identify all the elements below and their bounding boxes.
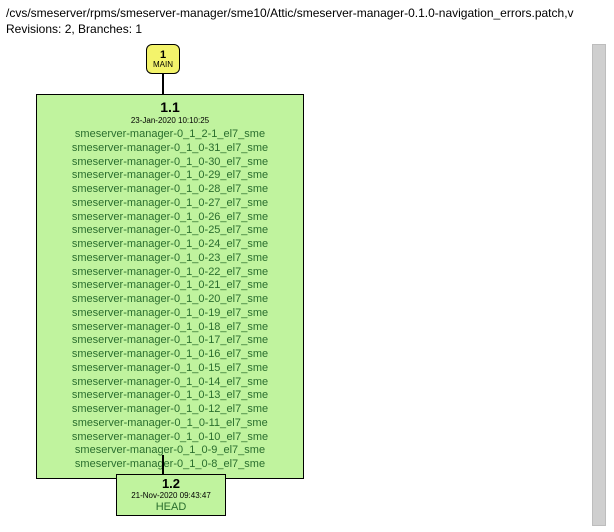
revision-tag: HEAD <box>117 501 225 514</box>
revision-tag: smeserver-manager-0_1_0-31_el7_sme <box>43 142 297 156</box>
revision-tag: smeserver-manager-0_1_0-10_el7_sme <box>43 431 297 445</box>
revision-tag: smeserver-manager-0_1_0-25_el7_sme <box>43 224 297 238</box>
revision-tag: smeserver-manager-0_1_0-8_el7_sme <box>43 458 297 472</box>
scrollbar-thumb[interactable] <box>593 45 605 525</box>
revision-tag: smeserver-manager-0_1_0-16_el7_sme <box>43 348 297 362</box>
revision-tag: smeserver-manager-0_1_0-24_el7_sme <box>43 238 297 252</box>
revision-tag: smeserver-manager-0_1_0-12_el7_sme <box>43 403 297 417</box>
revision-tag: smeserver-manager-0_1_2-1_el7_sme <box>43 128 297 142</box>
revision-version: 1.2 <box>117 476 225 492</box>
revision-node-1-1[interactable]: 1.1 23-Jan-2020 10:10:25 smeserver-manag… <box>36 94 304 479</box>
revision-tag: smeserver-manager-0_1_0-17_el7_sme <box>43 334 297 348</box>
revision-tag: smeserver-manager-0_1_0-26_el7_sme <box>43 211 297 225</box>
revision-tag: smeserver-manager-0_1_0-13_el7_sme <box>43 389 297 403</box>
revision-tag: smeserver-manager-0_1_0-11_el7_sme <box>43 417 297 431</box>
revision-tag: smeserver-manager-0_1_0-30_el7_sme <box>43 156 297 170</box>
graph-edge <box>162 455 164 474</box>
branch-node-main[interactable]: 1 MAIN <box>146 44 180 74</box>
revision-tag: smeserver-manager-0_1_0-22_el7_sme <box>43 266 297 280</box>
vertical-scrollbar[interactable] <box>592 44 606 526</box>
file-path: /cvs/smeserver/rpms/smeserver-manager/sm… <box>6 6 608 20</box>
revision-tag: smeserver-manager-0_1_0-15_el7_sme <box>43 362 297 376</box>
revision-tag: smeserver-manager-0_1_0-27_el7_sme <box>43 197 297 211</box>
revision-summary: Revisions: 2, Branches: 1 <box>6 22 608 36</box>
graph-edge <box>162 74 164 94</box>
revision-tag: smeserver-manager-0_1_0-21_el7_sme <box>43 279 297 293</box>
revision-tag: smeserver-manager-0_1_0-9_el7_sme <box>43 444 297 458</box>
revision-graph: 1 MAIN 1.1 23-Jan-2020 10:10:25 smeserve… <box>6 44 606 524</box>
revision-tag: smeserver-manager-0_1_0-28_el7_sme <box>43 183 297 197</box>
branch-label: MAIN <box>147 61 179 70</box>
revision-tag: smeserver-manager-0_1_0-20_el7_sme <box>43 293 297 307</box>
revision-timestamp: 21-Nov-2020 09:43:47 <box>117 491 225 501</box>
revision-tag: smeserver-manager-0_1_0-18_el7_sme <box>43 321 297 335</box>
revision-tag: smeserver-manager-0_1_0-19_el7_sme <box>43 307 297 321</box>
revision-tag: smeserver-manager-0_1_0-14_el7_sme <box>43 376 297 390</box>
graph-frame: 1 MAIN 1.1 23-Jan-2020 10:10:25 smeserve… <box>6 44 606 526</box>
revision-tags: smeserver-manager-0_1_2-1_el7_smesmeserv… <box>43 128 297 472</box>
revision-node-1-2[interactable]: 1.2 21-Nov-2020 09:43:47 HEAD <box>116 474 226 516</box>
revision-version: 1.1 <box>43 99 297 115</box>
revision-tag: smeserver-manager-0_1_0-29_el7_sme <box>43 169 297 183</box>
branch-number: 1 <box>147 49 179 61</box>
revision-timestamp: 23-Jan-2020 10:10:25 <box>43 116 297 125</box>
revision-tag: smeserver-manager-0_1_0-23_el7_sme <box>43 252 297 266</box>
